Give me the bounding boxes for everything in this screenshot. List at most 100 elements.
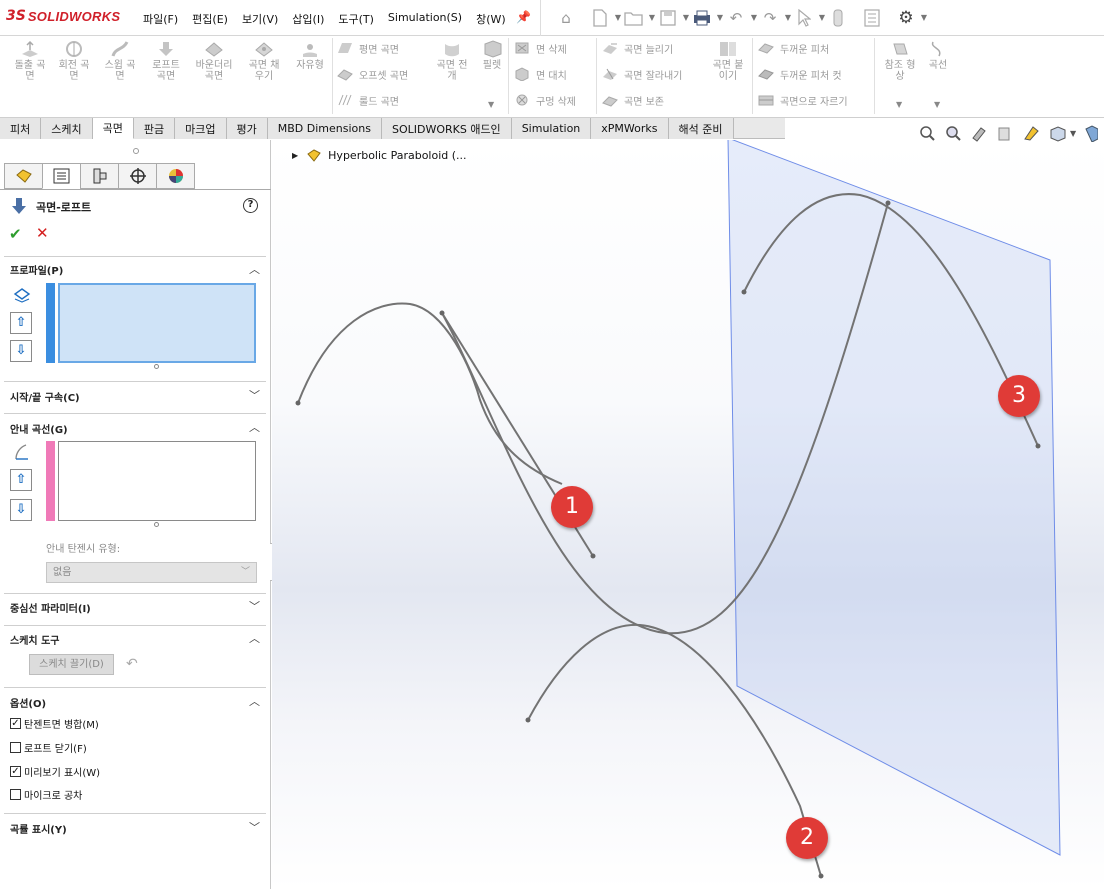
panel-resize-handle[interactable] <box>133 148 139 154</box>
boundary-surface-button[interactable]: 바운더리 곡면 <box>192 40 236 82</box>
new-document-icon[interactable]: ▼ <box>589 7 621 29</box>
pin-menu-icon[interactable]: 📌 <box>516 10 531 24</box>
section-centerline-header[interactable]: 중심선 파라미터(I) <box>10 600 91 615</box>
sketch-plane[interactable] <box>727 140 1061 856</box>
expand-triangle-icon[interactable]: ▶ <box>292 151 298 160</box>
tab-xpmworks[interactable]: xPMWorks <box>591 118 669 139</box>
menu-tools[interactable]: 도구(T) <box>338 11 374 27</box>
move-down-button[interactable]: ⇩ <box>10 499 32 521</box>
flatten-surface-button[interactable]: 곡면 전 개 <box>430 40 474 82</box>
sketch-drag-button[interactable]: 스케치 끌기(D) <box>29 654 114 675</box>
untrim-surface-button[interactable]: 곡면 보존 <box>602 90 664 110</box>
thickened-cut-button[interactable]: 두꺼운 피처 컷 <box>758 64 842 84</box>
undo-sketch-drag-icon[interactable]: ↶ <box>126 656 138 672</box>
trim-surface-button[interactable]: 곡면 잘라내기 <box>602 64 682 84</box>
curve-endpoint[interactable] <box>439 310 445 316</box>
thicken-button[interactable]: 두꺼운 피처 <box>758 38 829 58</box>
ok-checkmark-icon[interactable]: ✔ <box>9 225 22 243</box>
traffic-light-icon[interactable] <box>827 7 849 29</box>
options-gear-icon[interactable]: ⚙ ▼ <box>895 7 927 29</box>
tab-simulation[interactable]: Simulation <box>511 118 592 139</box>
chevron-up-icon[interactable]: ︿ <box>249 419 260 435</box>
loft-surface-button[interactable]: 로프트 곡면 <box>144 40 188 82</box>
section-guide-curves-header[interactable]: 안내 곡선(G) <box>10 421 68 436</box>
profile-selection-list[interactable] <box>58 283 256 363</box>
curve-endpoint[interactable] <box>885 200 891 206</box>
guide-curves-list[interactable] <box>58 441 256 521</box>
move-up-button[interactable]: ⇧ <box>10 312 32 334</box>
profile-curve-1[interactable] <box>297 302 563 485</box>
section-curvature-display-header[interactable]: 곡률 표시(Y) <box>10 821 67 836</box>
tab-evaluate[interactable]: 평가 <box>226 118 268 139</box>
menu-view[interactable]: 보기(V) <box>242 11 278 27</box>
delete-hole-button[interactable]: 구멍 삭제 <box>514 90 576 110</box>
chevron-up-icon[interactable]: ︿ <box>249 630 260 646</box>
file-properties-icon[interactable] <box>861 7 883 29</box>
menu-window[interactable]: 창(W) <box>476 11 506 27</box>
merge-tangent-faces-checkbox[interactable]: ✓ <box>10 718 21 729</box>
open-folder-icon[interactable]: ▼ <box>623 7 655 29</box>
chevron-up-icon[interactable]: ︿ <box>249 261 260 277</box>
cut-with-surface-button[interactable]: 곡면으로 자르기 <box>758 90 848 110</box>
extrude-surface-button[interactable]: 돌출 곡 면 <box>8 40 52 82</box>
fillet-dropdown-icon[interactable]: ▼ <box>488 100 494 109</box>
tab-configuration-manager[interactable] <box>80 163 119 189</box>
section-sketch-tools-header[interactable]: 스케치 도구 <box>10 632 59 647</box>
curves-dropdown-icon[interactable]: ▼ <box>934 100 940 109</box>
tab-mbd-dimensions[interactable]: MBD Dimensions <box>267 118 382 139</box>
feature-tree-flyout[interactable]: ▶ Hyperbolic Paraboloid (... <box>292 148 467 162</box>
offset-surface-button[interactable]: 오프셋 곡면 <box>337 64 408 84</box>
curve-endpoint[interactable] <box>741 289 747 295</box>
sweep-surface-button[interactable]: 스윕 곡 면 <box>98 40 142 82</box>
option-merge-tangent-faces[interactable]: ✓ 탄젠트면 병합(M) <box>10 716 99 731</box>
cancel-x-icon[interactable]: ✕ <box>36 224 49 242</box>
help-icon[interactable]: ? <box>243 198 258 213</box>
view-orientation-icon[interactable] <box>1048 124 1066 142</box>
reference-geometry-dropdown-icon[interactable]: ▼ <box>896 100 902 109</box>
curve-endpoint[interactable] <box>525 717 531 723</box>
home-icon[interactable]: ⌂ <box>555 7 577 29</box>
tab-sheet-metal[interactable]: 판금 <box>133 118 176 139</box>
freeform-button[interactable]: 자유형 <box>288 40 332 71</box>
section-profile-header[interactable]: 프로파일(P) <box>10 262 63 277</box>
tab-feature-manager[interactable] <box>4 163 43 189</box>
display-style-icon[interactable] <box>1084 124 1099 142</box>
section-options-header[interactable]: 옵션(O) <box>10 695 46 710</box>
save-icon[interactable]: ▼ <box>657 7 689 29</box>
curve-endpoint[interactable] <box>590 553 596 559</box>
delete-face-button[interactable]: 면 삭제 <box>514 38 567 58</box>
zoom-to-area-icon[interactable] <box>944 124 962 142</box>
tab-dimxpert-manager[interactable] <box>118 163 157 189</box>
menu-edit[interactable]: 편집(E) <box>192 11 228 27</box>
tab-property-manager[interactable] <box>42 163 81 189</box>
menu-simulation[interactable]: Simulation(S) <box>388 11 462 27</box>
chevron-down-icon[interactable]: ﹀ <box>249 387 260 403</box>
fill-surface-button[interactable]: 곡면 채 우기 <box>242 40 286 82</box>
option-show-preview[interactable]: ✓ 미리보기 표시(W) <box>10 764 100 779</box>
curve-endpoint[interactable] <box>1035 443 1041 449</box>
chevron-up-icon[interactable]: ︿ <box>249 693 260 709</box>
chevron-down-icon[interactable]: ﹀ <box>249 819 260 835</box>
guide-tangency-select[interactable]: 없음 ﹀ <box>46 562 257 583</box>
redo-icon[interactable]: ↷ ▼ <box>759 7 791 29</box>
tab-markup[interactable]: 마크업 <box>175 118 227 139</box>
micro-tolerance-checkbox[interactable] <box>10 789 21 800</box>
show-preview-checkbox[interactable]: ✓ <box>10 766 21 777</box>
zoom-to-fit-icon[interactable] <box>918 124 936 142</box>
print-icon[interactable]: ▼ <box>691 7 723 29</box>
list-resize-handle[interactable] <box>154 522 159 527</box>
dynamic-annotation-icon[interactable] <box>1022 124 1040 142</box>
tab-solidworks-addins[interactable]: SOLIDWORKS 애드인 <box>381 118 512 139</box>
replace-face-button[interactable]: 면 대치 <box>514 64 567 84</box>
menu-file[interactable]: 파일(F) <box>143 11 178 27</box>
view-orientation-dropdown-icon[interactable]: ▼ <box>1070 129 1076 138</box>
tab-features[interactable]: 피처 <box>0 118 42 139</box>
chevron-down-icon[interactable]: ﹀ <box>249 598 260 614</box>
revolve-surface-button[interactable]: 회전 곡 면 <box>52 40 96 82</box>
curves-button[interactable]: 곡선 <box>916 40 960 71</box>
previous-view-icon[interactable] <box>970 124 988 142</box>
knit-surface-button[interactable]: 곡면 붙 이기 <box>706 40 750 82</box>
menu-insert[interactable]: 삽입(I) <box>292 11 324 27</box>
tab-analysis-preparation[interactable]: 해석 준비 <box>668 118 734 139</box>
model-view[interactable] <box>272 140 1104 889</box>
